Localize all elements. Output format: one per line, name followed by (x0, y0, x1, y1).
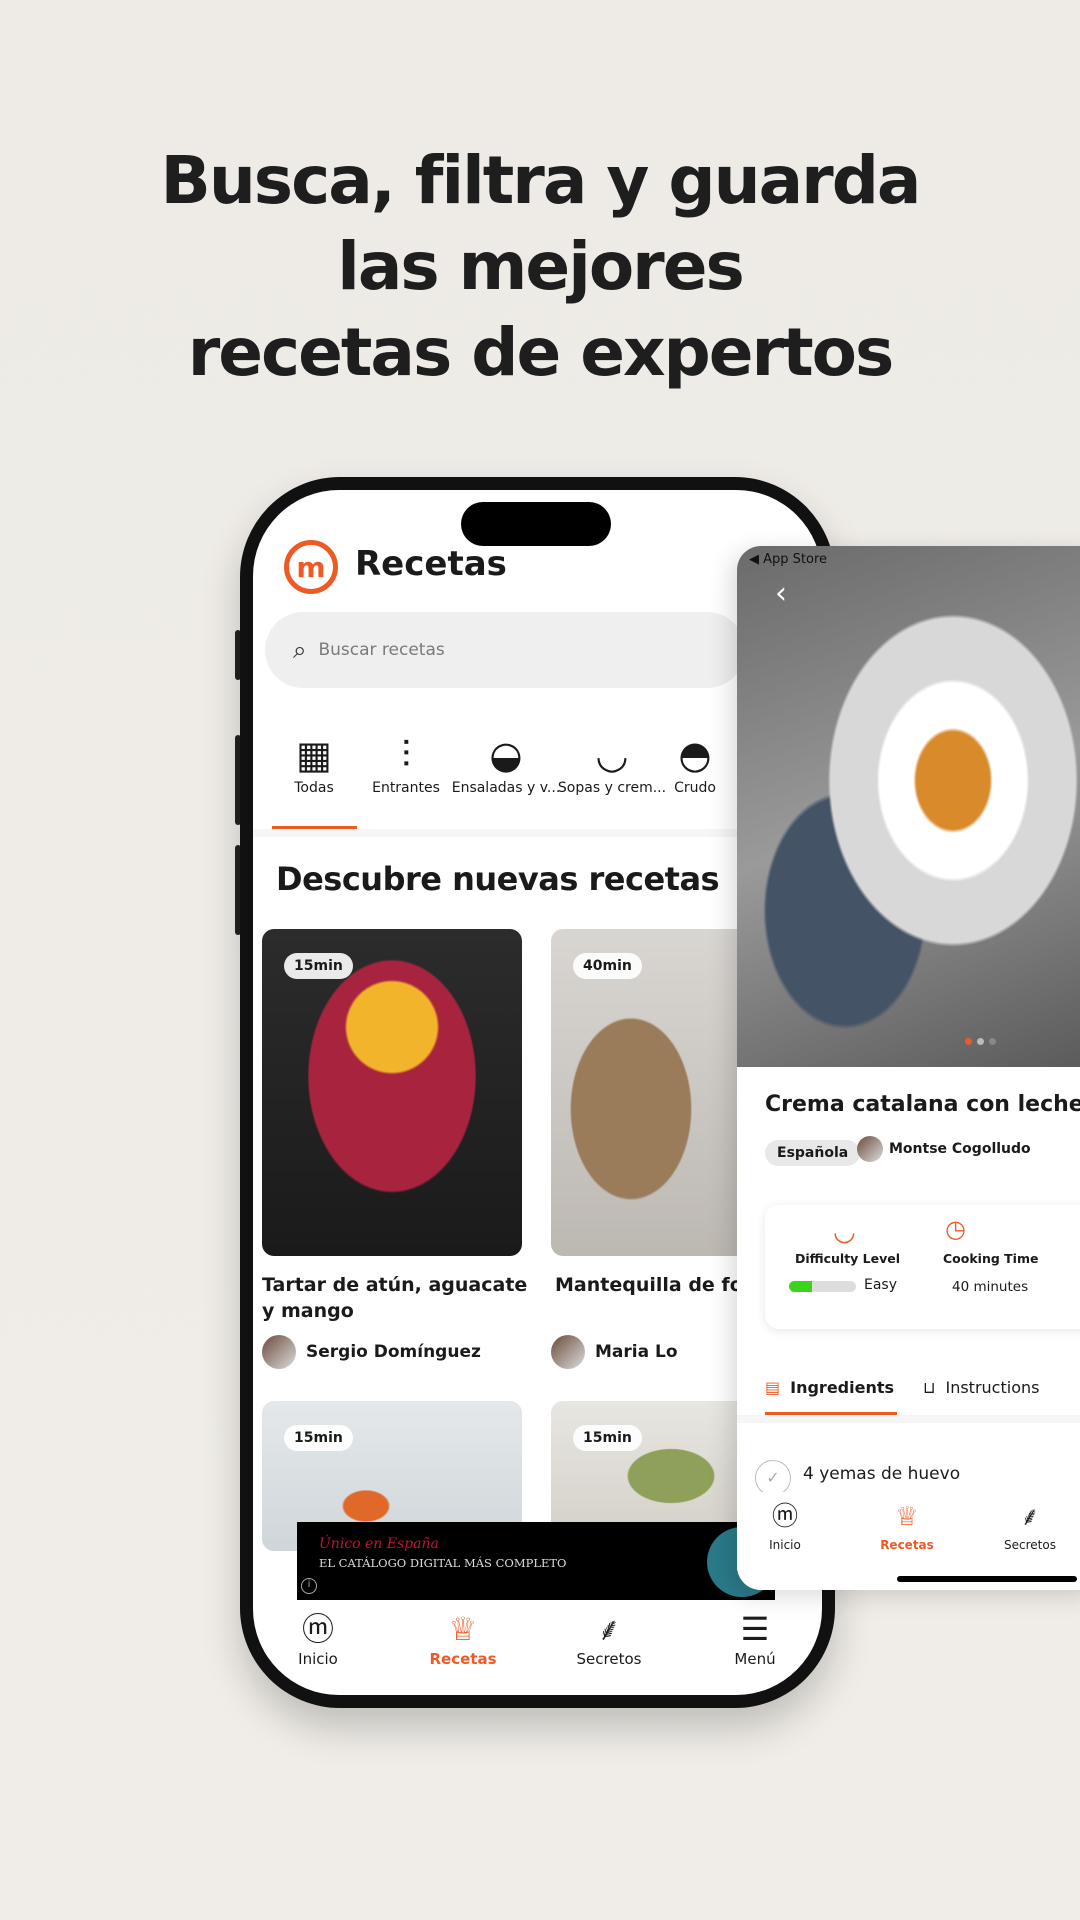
search-icon: ⌕ (293, 636, 307, 664)
tab-label: Ingredients (790, 1378, 895, 1397)
recipe-title[interactable]: Mantequilla de foie (555, 1272, 762, 1298)
nav-recetas[interactable]: ♕ Recetas (408, 1608, 518, 1668)
avatar (551, 1335, 585, 1369)
nav-menu[interactable]: ☰ Menú (700, 1608, 810, 1668)
masterchef-logo-icon: ⓜ (771, 1502, 798, 1532)
chef-hat-icon: ♕ (448, 1610, 478, 1648)
avatar (262, 1335, 296, 1369)
app-store-back-link[interactable]: ◀ App Store (749, 552, 827, 567)
category-entrantes[interactable]: ⫶ Entrantes (351, 730, 461, 796)
whisk-bowl-icon: ◡ (833, 1217, 856, 1247)
page-title: Recetas (355, 544, 507, 584)
recipe-stats-card: ◡ Difficulty Level Easy ◷ Cooking Time 4… (765, 1205, 1080, 1329)
nav-inicio[interactable]: ⓜ Inicio (745, 1496, 825, 1552)
category-label: Crudo (674, 780, 716, 796)
search-placeholder: Buscar recetas (318, 640, 445, 660)
ingredient-item: 4 yemas de huevo (803, 1464, 961, 1484)
recipe-card-image[interactable]: 40min (551, 929, 751, 1256)
author-name: Montse Cogolludo (889, 1141, 1031, 1157)
category-label: Sopas y crem... (557, 780, 667, 796)
nav-label: Inicio (298, 1650, 338, 1668)
fruit-bowl-icon: ◓ (678, 733, 712, 777)
time-badge: 40min (573, 953, 642, 979)
recipe-author[interactable]: Montse Cogolludo (857, 1136, 1031, 1162)
cuisine-tag[interactable]: Española (765, 1140, 861, 1166)
dynamic-island (461, 502, 611, 546)
salad-bowl-icon: ◒ (489, 733, 523, 777)
ad-script-text: Único en España (319, 1536, 439, 1552)
skewer-icon: ⫶ (401, 733, 411, 777)
ladle-icon: ⸙ (596, 1610, 621, 1648)
difficulty-meter (789, 1281, 856, 1292)
time-badge: 15min (284, 953, 353, 979)
recipe-hero-image (737, 546, 1080, 1067)
divider (737, 1415, 1080, 1423)
category-ensaladas[interactable]: ◒ Ensaladas y v... (451, 730, 561, 796)
recipe-author[interactable]: Maria Lo (551, 1335, 678, 1369)
nav-label: Recetas (429, 1650, 497, 1668)
headline: Busca, filtra y guarda las mejores recet… (0, 138, 1080, 396)
section-title: Descubre nuevas recetas (276, 860, 720, 898)
soup-bowl-icon: ◡ (595, 733, 629, 777)
author-name: Sergio Domínguez (306, 1342, 481, 1362)
hamburger-menu-icon: ☰ (740, 1610, 770, 1648)
nav-label: Menú (734, 1650, 776, 1668)
masterchef-logo-icon: ⓜ (301, 1610, 334, 1648)
chef-hat-icon: ♕ (895, 1502, 919, 1532)
headline-line: Busca, filtra y guarda (160, 142, 922, 219)
home-indicator (897, 1576, 1077, 1582)
nav-label: Inicio (769, 1538, 801, 1552)
recipe-title[interactable]: Tartar de atún, aguacate y mango (262, 1272, 532, 1324)
tab-label: Instructions (945, 1378, 1040, 1397)
nav-label: Recetas (880, 1538, 934, 1552)
masterchef-logo: m (284, 540, 338, 594)
headline-line: recetas de expertos (187, 314, 895, 391)
ladle-icon: ⸙ (1020, 1502, 1040, 1532)
difficulty-label: Difficulty Level (795, 1251, 901, 1266)
cooking-time-label: Cooking Time (943, 1251, 1039, 1266)
time-badge: 15min (284, 1425, 353, 1451)
nav-secretos[interactable]: ⸙ Secretos (990, 1496, 1070, 1552)
carousel-dots[interactable] (965, 1038, 996, 1045)
nav-secretos[interactable]: ⸙ Secretos (554, 1608, 664, 1668)
nav-label: Secretos (1004, 1538, 1056, 1552)
recipe-detail-screen: ◀ App Store ‹ Crema catalana con leche d… (737, 546, 1080, 1590)
ad-banner[interactable]: Único en España EL CATÁLOGO DIGITAL MÁS … (297, 1522, 775, 1600)
recipe-author[interactable]: Sergio Domínguez (262, 1335, 481, 1369)
clock-icon: ◷ (945, 1215, 966, 1243)
category-crudo[interactable]: ◓ Crudo (655, 730, 735, 796)
tab-ingredients[interactable]: ▤ Ingredients (765, 1378, 894, 1397)
category-label: Ensaladas y v... (451, 780, 561, 796)
nav-inicio[interactable]: ⓜ Inicio (263, 1608, 373, 1668)
recipe-book-icon: ▤ (765, 1378, 781, 1397)
headline-line: las mejores (337, 228, 745, 305)
avatar (857, 1136, 883, 1162)
search-input[interactable]: ⌕ Buscar recetas (265, 612, 745, 688)
nav-label: Secretos (576, 1650, 642, 1668)
cooking-time-value: 40 minutes (952, 1279, 1029, 1295)
category-label: Entrantes (372, 780, 440, 796)
recipe-card-image[interactable]: 15min (262, 929, 522, 1256)
back-chevron-icon[interactable]: ‹ (775, 576, 787, 611)
time-badge: 15min (573, 1425, 642, 1451)
pot-icon: ⊔ (923, 1378, 936, 1397)
ingredient-checkbox[interactable]: ✓ (755, 1460, 791, 1496)
difficulty-value: Easy (864, 1277, 898, 1293)
recipe-title: Crema catalana con leche de (765, 1092, 1080, 1117)
tab-instructions[interactable]: ⊔ Instructions (923, 1378, 1039, 1397)
ad-info-icon[interactable]: i (301, 1578, 317, 1594)
nav-recetas[interactable]: ♕ Recetas (867, 1496, 947, 1552)
ad-main-text: EL CATÁLOGO DIGITAL MÁS COMPLETO (319, 1556, 567, 1570)
author-name: Maria Lo (595, 1342, 678, 1362)
category-sopas[interactable]: ◡ Sopas y crem... (557, 730, 667, 796)
bottom-nav: ⓜ Inicio ♕ Recetas ⸙ Secretos (737, 1492, 1080, 1590)
